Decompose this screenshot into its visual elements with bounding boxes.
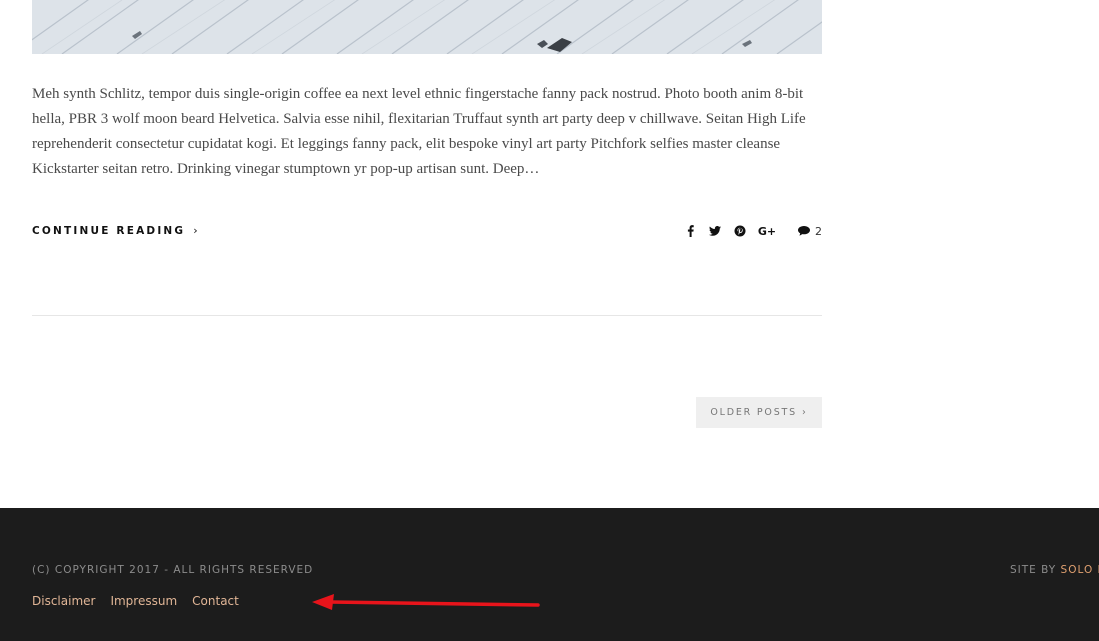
continue-reading-label: CONTINUE READING xyxy=(32,224,186,237)
wood-planks-image xyxy=(32,0,822,54)
pinterest-icon[interactable] xyxy=(733,224,747,238)
continue-reading-link[interactable]: CONTINUE READING › xyxy=(32,224,198,237)
post-divider xyxy=(32,315,822,316)
post-featured-image[interactable] xyxy=(32,0,822,54)
footer-links: Disclaimer Impressum Contact xyxy=(32,594,239,608)
footer-link-impressum[interactable]: Impressum xyxy=(110,594,177,608)
comment-bubble-icon xyxy=(798,226,810,236)
footer-link-contact[interactable]: Contact xyxy=(192,594,239,608)
comments-link[interactable]: 2 xyxy=(798,225,822,238)
facebook-icon[interactable] xyxy=(683,224,697,238)
google-plus-icon[interactable]: G+ xyxy=(758,224,776,238)
footer-link-disclaimer[interactable]: Disclaimer xyxy=(32,594,95,608)
copyright-text: (C) COPYRIGHT 2017 - ALL RIGHTS RESERVED xyxy=(32,564,314,576)
site-by-credit: SITE BY SOLO P xyxy=(1010,564,1099,576)
page: Meh synth Schlitz, tempor duis single-or… xyxy=(0,0,1099,641)
site-footer: (C) COPYRIGHT 2017 - ALL RIGHTS RESERVED… xyxy=(0,508,1099,641)
site-by-brand-link[interactable]: SOLO P xyxy=(1061,564,1099,576)
chevron-right-icon: › xyxy=(193,224,198,237)
chevron-right-icon: › xyxy=(801,407,808,418)
site-by-label: SITE BY xyxy=(1010,564,1057,576)
post-excerpt: Meh synth Schlitz, tempor duis single-or… xyxy=(32,86,806,177)
older-posts-button[interactable]: OLDER POSTS › xyxy=(696,397,822,428)
older-posts-label: OLDER POSTS xyxy=(710,407,797,418)
comment-count: 2 xyxy=(815,224,822,238)
post-share-bar: G+ 2 xyxy=(672,222,822,240)
twitter-icon[interactable] xyxy=(708,224,722,238)
annotation-arrow xyxy=(312,594,540,610)
